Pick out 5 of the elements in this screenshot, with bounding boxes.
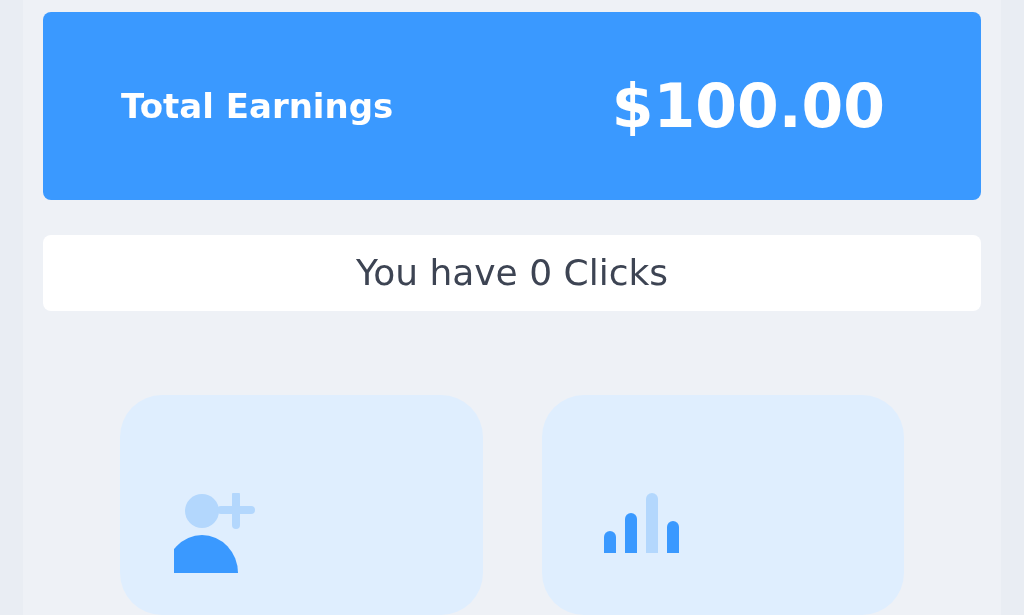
clicks-counter: You have 0 Clicks <box>43 234 981 311</box>
earnings-label: Total Earnings <box>121 85 394 126</box>
action-tile[interactable] <box>120 395 483 615</box>
earnings-amount: $100.00 <box>611 70 885 141</box>
action-tile[interactable] <box>541 395 904 615</box>
